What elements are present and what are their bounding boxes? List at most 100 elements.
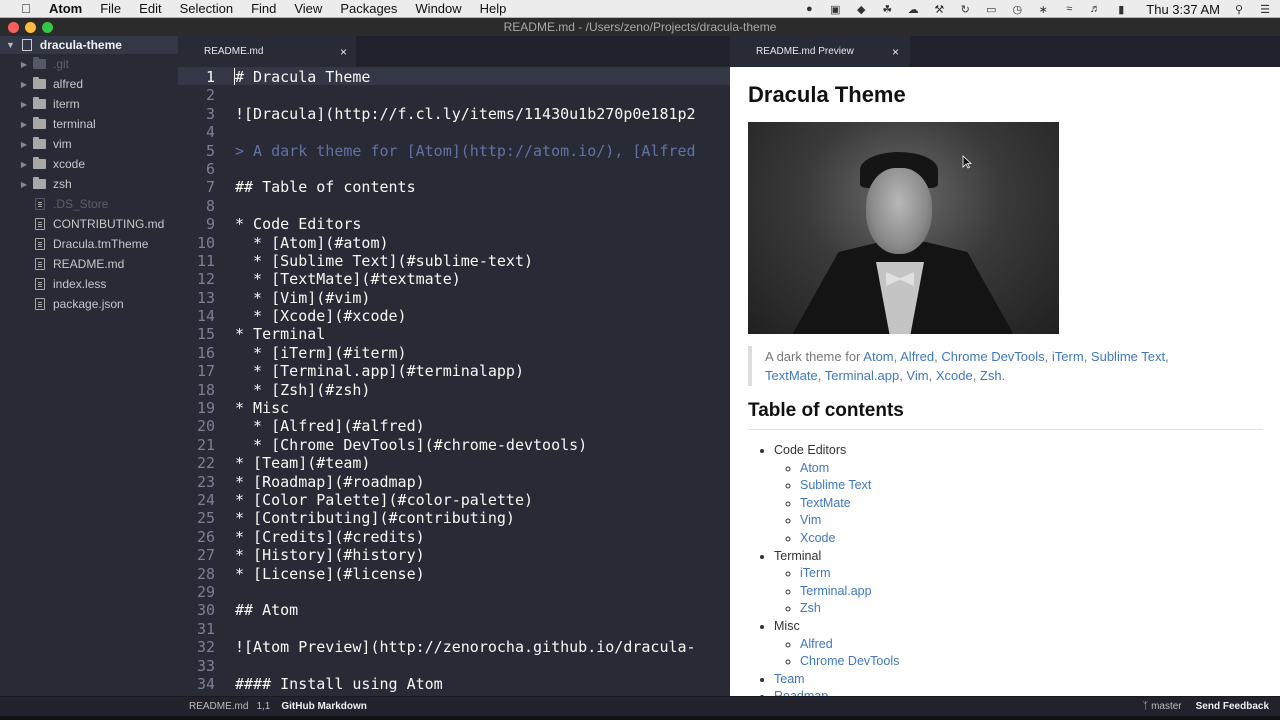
quote-link[interactable]: TextMate — [765, 368, 818, 383]
code-lines[interactable]: 1 # Dracula Theme 2 3 ![Dracula](http://f.cl… — [178, 67, 730, 693]
toc-subitem[interactable]: iTerm — [800, 565, 1263, 583]
menu-window[interactable]: Window — [406, 0, 470, 18]
code-line[interactable]: 14 * [Xcode](#xcode) — [178, 306, 730, 325]
code-line[interactable]: 4 — [178, 122, 730, 141]
code-line[interactable]: 29 — [178, 582, 730, 601]
menu-packages[interactable]: Packages — [331, 0, 406, 18]
toc-subitem[interactable]: Atom — [800, 460, 1263, 478]
tab-readme[interactable]: README.md × — [178, 36, 356, 67]
menu-app[interactable]: Atom — [37, 0, 91, 18]
code-line[interactable]: 24 * [Color Palette](#color-palette) — [178, 490, 730, 509]
code-line[interactable]: 11 * [Sublime Text](#sublime-text) — [178, 251, 730, 270]
clock[interactable]: Thu 3:37 AM — [1146, 2, 1220, 17]
code-line[interactable]: 32 ![Atom Preview](http://zenorocha.githu… — [178, 637, 730, 656]
tab-readme-preview[interactable]: README.md Preview × — [730, 36, 910, 67]
send-feedback-button[interactable]: Send Feedback — [1196, 701, 1269, 712]
code-line[interactable]: 26 * [Credits](#credits) — [178, 527, 730, 546]
sync-icon[interactable]: ↻ — [958, 3, 972, 16]
toc-link[interactable]: Roadmap — [774, 689, 828, 696]
screen-recorder-icon[interactable]: ● — [802, 3, 816, 15]
code-line[interactable]: 15 * Terminal — [178, 324, 730, 343]
quote-link[interactable]: iTerm — [1052, 349, 1084, 364]
toc-link[interactable]: Sublime Text — [800, 478, 871, 492]
quote-link[interactable]: Atom — [863, 349, 893, 364]
toc-subitem[interactable]: Sublime Text — [800, 477, 1263, 495]
code-line[interactable]: 20 * [Alfred](#alfred) — [178, 416, 730, 435]
battery-icon[interactable]: ▮ — [1114, 3, 1128, 16]
bluetooth-icon[interactable]: ∗ — [1036, 3, 1050, 16]
code-line[interactable]: 23 * [Roadmap](#roadmap) — [178, 472, 730, 491]
notification-list-icon[interactable]: ☰ — [1258, 3, 1272, 16]
code-line[interactable]: 6 — [178, 159, 730, 178]
code-line[interactable]: 2 — [178, 85, 730, 104]
tree-item[interactable]: Dracula.tmTheme — [0, 234, 178, 254]
toc-link[interactable]: Xcode — [800, 531, 835, 545]
toc-link[interactable]: Team — [774, 672, 805, 686]
tree-item[interactable]: ▶ terminal — [0, 114, 178, 134]
toc-subitem[interactable]: Xcode — [800, 530, 1263, 548]
status-cursor-position[interactable]: 1,1 — [256, 701, 270, 712]
toc-link[interactable]: Zsh — [800, 601, 821, 615]
code-line[interactable]: 28 * [License](#license) — [178, 564, 730, 583]
toc-link[interactable]: Alfred — [800, 637, 833, 651]
wifi-icon[interactable]: ≈ — [1062, 3, 1076, 15]
menu-view[interactable]: View — [285, 0, 331, 18]
code-line[interactable]: 25 * [Contributing](#contributing) — [178, 508, 730, 527]
tree-item[interactable]: README.md — [0, 254, 178, 274]
tree-item[interactable]: ▶ zsh — [0, 174, 178, 194]
tree-item[interactable]: index.less — [0, 274, 178, 294]
toc-link[interactable]: Atom — [800, 461, 829, 475]
toc-link[interactable]: Vim — [800, 513, 821, 527]
tree-item[interactable]: CONTRIBUTING.md — [0, 214, 178, 234]
tree-item[interactable]: ▶ iterm — [0, 94, 178, 114]
quote-link[interactable]: Sublime Text — [1091, 349, 1165, 364]
code-line[interactable]: 5 > A dark theme for [Atom](http://atom.i… — [178, 141, 730, 160]
code-line[interactable]: 31 — [178, 619, 730, 638]
code-line[interactable]: 13 * [Vim](#vim) — [178, 288, 730, 307]
code-line[interactable]: 10 * [Atom](#atom) — [178, 233, 730, 252]
wrench-icon[interactable]: ⚒ — [932, 3, 946, 16]
close-icon[interactable]: × — [340, 45, 347, 59]
tree-item[interactable]: ▶ xcode — [0, 154, 178, 174]
code-line[interactable]: 17 * [Terminal.app](#terminalapp) — [178, 361, 730, 380]
tree-item[interactable]: ▶ .git — [0, 54, 178, 74]
close-icon[interactable]: × — [892, 45, 899, 59]
toc-subitem[interactable]: Terminal.app — [800, 583, 1263, 601]
volume-icon[interactable]: ♬ — [1088, 3, 1102, 15]
menu-edit[interactable]: Edit — [130, 0, 170, 18]
status-file[interactable]: README.md — [189, 701, 248, 712]
toc-link[interactable]: iTerm — [800, 566, 831, 580]
toc-subitem[interactable]: TextMate — [800, 495, 1263, 513]
tree-item[interactable]: .DS_Store — [0, 194, 178, 214]
quote-link[interactable]: Vim — [906, 368, 928, 383]
toc-subitem[interactable]: Alfred — [800, 636, 1263, 654]
toc-subitem[interactable]: Chrome DevTools — [800, 653, 1263, 671]
quote-link[interactable]: Chrome DevTools — [941, 349, 1044, 364]
code-line[interactable]: 19 * Misc — [178, 398, 730, 417]
camera-icon[interactable]: ▣ — [828, 3, 842, 16]
toc-link[interactable]: Terminal.app — [800, 584, 872, 598]
toc-link[interactable]: TextMate — [800, 496, 851, 510]
code-line[interactable]: 7 ## Table of contents — [178, 177, 730, 196]
toc-item[interactable]: Team — [774, 671, 1263, 689]
code-line[interactable]: 34 #### Install using Atom — [178, 674, 730, 693]
code-line[interactable]: 33 — [178, 656, 730, 675]
quote-link[interactable]: Terminal.app — [825, 368, 899, 383]
time-machine-icon[interactable]: ◷ — [1010, 3, 1024, 16]
quote-link[interactable]: Zsh — [980, 368, 1002, 383]
toc-subitem[interactable]: Zsh — [800, 600, 1263, 618]
tree-root[interactable]: ▼ dracula-theme — [0, 36, 178, 54]
git-branch[interactable]: ᛉ master — [1142, 701, 1181, 712]
status-grammar[interactable]: GitHub Markdown — [281, 701, 367, 712]
code-line[interactable]: 18 * [Zsh](#zsh) — [178, 380, 730, 399]
menu-selection[interactable]: Selection — [171, 0, 242, 18]
spotlight-search-icon[interactable]: ⚲ — [1232, 3, 1246, 16]
cloud-icon[interactable]: ☁ — [906, 3, 920, 16]
code-line[interactable]: 21 * [Chrome DevTools](#chrome-devtools) — [178, 435, 730, 454]
toc-subitem[interactable]: Vim — [800, 512, 1263, 530]
quote-link[interactable]: Xcode — [936, 368, 973, 383]
toc-item[interactable]: Roadmap — [774, 688, 1263, 696]
code-line[interactable]: 22 * [Team](#team) — [178, 453, 730, 472]
tree-item[interactable]: ▶ alfred — [0, 74, 178, 94]
code-line[interactable]: 8 — [178, 196, 730, 215]
